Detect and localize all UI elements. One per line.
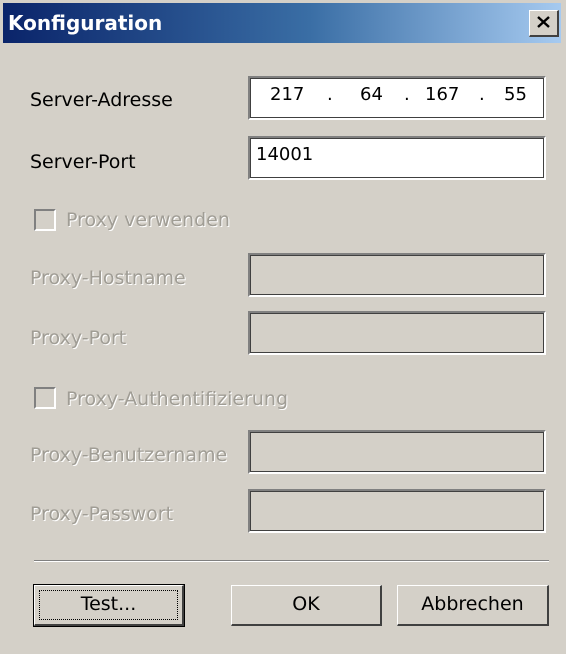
server-port-input[interactable]: 14001 xyxy=(248,136,546,180)
ok-button[interactable]: OK xyxy=(231,585,382,626)
ip-octet-4[interactable]: 55 xyxy=(504,84,527,105)
server-port-value: 14001 xyxy=(256,144,314,165)
ip-separator-3: . xyxy=(479,84,485,105)
test-button[interactable]: Test... xyxy=(33,584,185,627)
ip-separator-1: . xyxy=(327,84,333,105)
use-proxy-checkbox[interactable] xyxy=(34,209,56,231)
proxy-hostname-input[interactable] xyxy=(248,253,546,297)
server-port-label: Server-Port xyxy=(30,151,136,173)
ip-octet-3[interactable]: 167 xyxy=(425,84,459,105)
ip-octet-2[interactable]: 64 xyxy=(360,84,383,105)
proxy-port-label: Proxy-Port xyxy=(30,327,127,349)
server-address-ip-field[interactable]: 217 . 64 . 167 . 55 xyxy=(248,76,546,120)
window-title: Konfiguration xyxy=(8,11,163,35)
cancel-button[interactable]: Abbrechen xyxy=(397,585,549,626)
test-button-label: Test... xyxy=(80,593,137,615)
button-separator xyxy=(34,560,549,562)
server-address-label: Server-Adresse xyxy=(30,89,173,111)
proxy-port-input[interactable] xyxy=(248,311,546,355)
ok-button-label: OK xyxy=(292,593,320,615)
ip-octet-1[interactable]: 217 xyxy=(270,84,304,105)
close-button[interactable] xyxy=(529,10,559,37)
use-proxy-label: Proxy verwenden xyxy=(66,209,230,231)
ip-separator-2: . xyxy=(404,84,410,105)
configuration-dialog: Konfiguration Server-Adresse 217 . 64 . … xyxy=(0,0,566,654)
cancel-button-label: Abbrechen xyxy=(421,593,524,615)
proxy-username-label: Proxy-Benutzername xyxy=(30,444,228,466)
proxy-auth-label: Proxy-Authentifizierung xyxy=(66,388,289,410)
close-icon xyxy=(537,16,550,28)
title-bar[interactable]: Konfiguration xyxy=(3,3,561,43)
proxy-auth-checkbox[interactable] xyxy=(34,387,56,409)
proxy-password-input[interactable] xyxy=(248,489,546,533)
proxy-password-label: Proxy-Passwort xyxy=(30,503,174,525)
proxy-hostname-label: Proxy-Hostname xyxy=(30,267,186,289)
proxy-username-input[interactable] xyxy=(248,430,546,474)
